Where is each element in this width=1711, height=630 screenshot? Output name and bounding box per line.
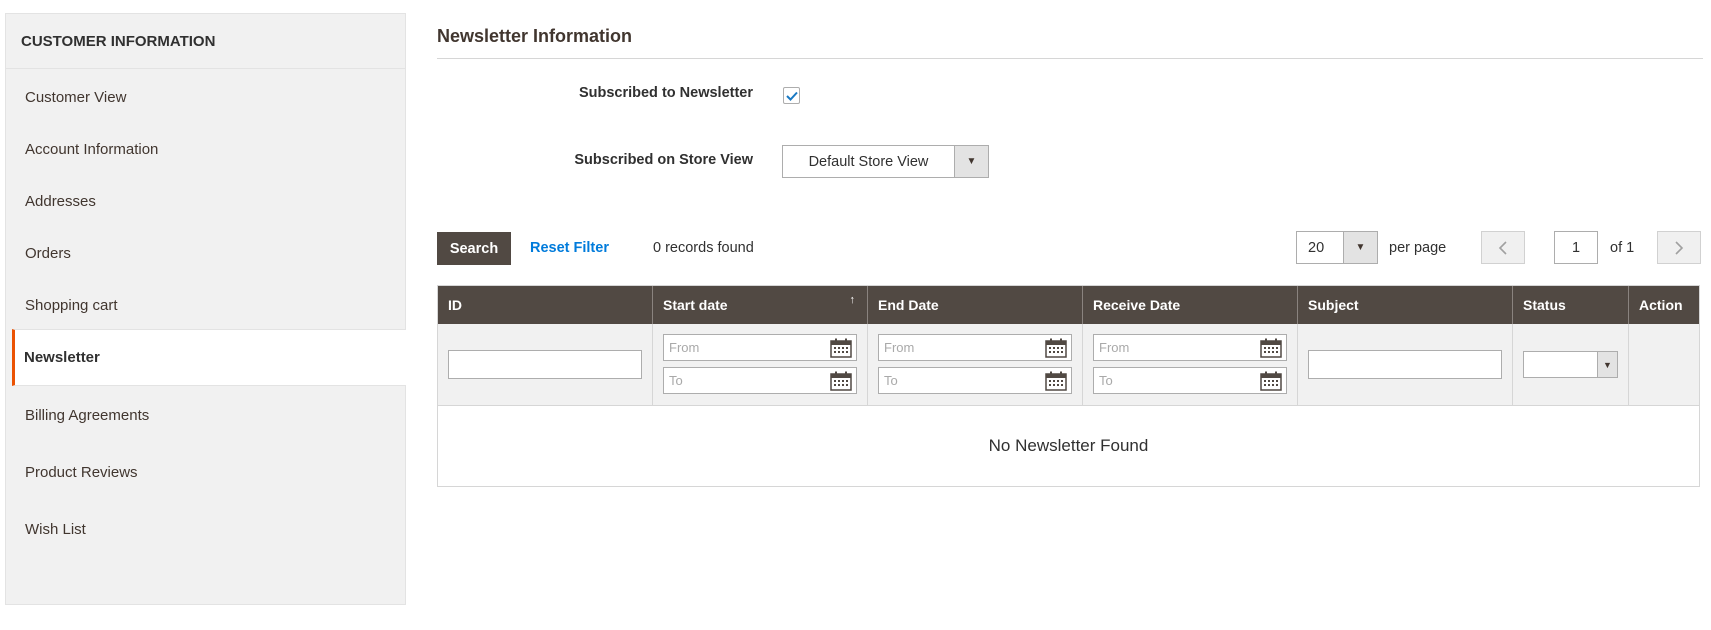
sidebar-item-orders[interactable]: Orders xyxy=(5,224,404,281)
column-header-end-date[interactable]: End Date xyxy=(868,286,1083,324)
calendar-icon[interactable] xyxy=(830,338,852,358)
chevron-down-icon: ▼ xyxy=(1343,232,1377,263)
column-label: Action xyxy=(1639,297,1683,313)
filter-cell-start-date: From To xyxy=(653,324,868,405)
reset-filter-link[interactable]: Reset Filter xyxy=(530,240,609,256)
sidebar-item-label: Wish List xyxy=(25,520,86,538)
newsletter-panel: Newsletter Information Subscribed to New… xyxy=(437,0,1703,630)
subject-filter-input[interactable] xyxy=(1308,350,1502,379)
sidebar-item-label: Billing Agreements xyxy=(25,406,150,424)
empty-grid-message: No Newsletter Found xyxy=(438,406,1699,486)
from-placeholder: From xyxy=(669,340,700,355)
page-number-input[interactable]: 1 xyxy=(1554,231,1598,264)
grid-filter-row: From To From To From To ▼ xyxy=(438,324,1699,406)
sort-ascending-icon: ↑ xyxy=(849,294,856,306)
sidebar-item-label: Customer View xyxy=(25,88,127,106)
receive-date-from-input[interactable]: From xyxy=(1093,334,1287,361)
calendar-icon[interactable] xyxy=(1260,371,1282,391)
sidebar-item-label: Newsletter xyxy=(24,349,100,366)
status-filter-value xyxy=(1524,352,1597,377)
store-view-value: Default Store View xyxy=(808,153,929,170)
start-date-to-input[interactable]: To xyxy=(663,367,857,394)
column-label: Receive Date xyxy=(1093,297,1181,313)
sidebar-item-label: Product Reviews xyxy=(25,463,138,481)
sidebar-item-label: Addresses xyxy=(25,192,96,210)
subscribed-label: Subscribed to Newsletter xyxy=(578,85,753,101)
column-label: Status xyxy=(1523,297,1566,313)
to-placeholder: To xyxy=(884,373,898,388)
filter-cell-receive-date: From To xyxy=(1083,324,1298,405)
filter-cell-action xyxy=(1629,324,1699,405)
sidebar-title: CUSTOMER INFORMATION xyxy=(6,14,405,69)
end-date-from-input[interactable]: From xyxy=(878,334,1072,361)
column-label: Subject xyxy=(1308,297,1359,313)
newsletter-queue-grid: ID Start date ↑ End Date Receive Date Sub… xyxy=(437,285,1700,487)
section-divider xyxy=(437,58,1703,59)
grid-header-row: ID Start date ↑ End Date Receive Date Sub… xyxy=(438,286,1699,324)
filter-cell-subject xyxy=(1298,324,1513,405)
sidebar-item-addresses[interactable]: Addresses xyxy=(5,172,404,229)
column-header-action: Action xyxy=(1629,286,1699,324)
column-header-status[interactable]: Status xyxy=(1513,286,1629,324)
calendar-icon[interactable] xyxy=(1260,338,1282,358)
receive-date-to-input[interactable]: To xyxy=(1093,367,1287,394)
sidebar-item-billing-agreements[interactable]: Billing Agreements xyxy=(5,386,404,443)
section-title: Newsletter Information xyxy=(437,26,633,46)
calendar-icon[interactable] xyxy=(1045,371,1067,391)
per-page-select[interactable]: 20 ▼ xyxy=(1296,231,1378,264)
chevron-down-icon: ▼ xyxy=(1597,352,1617,377)
column-header-subject[interactable]: Subject xyxy=(1298,286,1513,324)
start-date-from-input[interactable]: From xyxy=(663,334,857,361)
to-placeholder: To xyxy=(669,373,683,388)
per-page-label: per page xyxy=(1389,240,1447,256)
sidebar-item-product-reviews[interactable]: Product Reviews xyxy=(5,443,404,500)
status-filter-select[interactable]: ▼ xyxy=(1523,351,1618,378)
sidebar-item-label: Account Information xyxy=(25,140,159,158)
store-view-label: Subscribed on Store View xyxy=(574,152,753,168)
subscribed-checkbox[interactable] xyxy=(783,87,800,104)
sidebar-item-customer-view[interactable]: Customer View xyxy=(5,68,404,125)
sidebar-item-label: Orders xyxy=(25,244,71,262)
column-header-id[interactable]: ID xyxy=(438,286,653,324)
per-page-value: 20 xyxy=(1308,239,1325,256)
sidebar-item-newsletter[interactable]: Newsletter xyxy=(12,329,406,386)
calendar-icon[interactable] xyxy=(830,371,852,391)
previous-page-button[interactable] xyxy=(1481,231,1525,264)
chevron-right-icon xyxy=(1675,240,1684,255)
checkmark-icon xyxy=(785,91,798,101)
filter-cell-status: ▼ xyxy=(1513,324,1629,405)
column-label: End Date xyxy=(878,297,939,313)
column-label: ID xyxy=(448,297,462,313)
total-pages: of 1 xyxy=(1610,240,1635,256)
next-page-button[interactable] xyxy=(1657,231,1701,264)
from-placeholder: From xyxy=(884,340,915,355)
sidebar-item-label: Shopping cart xyxy=(25,296,118,314)
from-placeholder: From xyxy=(1099,340,1130,355)
column-header-start-date[interactable]: Start date ↑ xyxy=(653,286,868,324)
records-count: 0 records found xyxy=(653,240,754,256)
sidebar-item-shopping-cart[interactable]: Shopping cart xyxy=(5,276,404,333)
chevron-left-icon xyxy=(1498,240,1507,255)
end-date-to-input[interactable]: To xyxy=(878,367,1072,394)
column-header-receive-date[interactable]: Receive Date xyxy=(1083,286,1298,324)
chevron-down-icon: ▼ xyxy=(954,146,988,177)
to-placeholder: To xyxy=(1099,373,1113,388)
sidebar-item-wish-list[interactable]: Wish List xyxy=(5,500,404,557)
column-label: Start date xyxy=(663,297,728,313)
filter-cell-end-date: From To xyxy=(868,324,1083,405)
store-view-select[interactable]: Default Store View ▼ xyxy=(782,145,989,178)
filter-cell-id xyxy=(438,324,653,405)
id-filter-input[interactable] xyxy=(448,350,642,379)
sidebar-item-account-information[interactable]: Account Information xyxy=(5,120,404,177)
search-button[interactable]: Search xyxy=(437,232,511,265)
calendar-icon[interactable] xyxy=(1045,338,1067,358)
